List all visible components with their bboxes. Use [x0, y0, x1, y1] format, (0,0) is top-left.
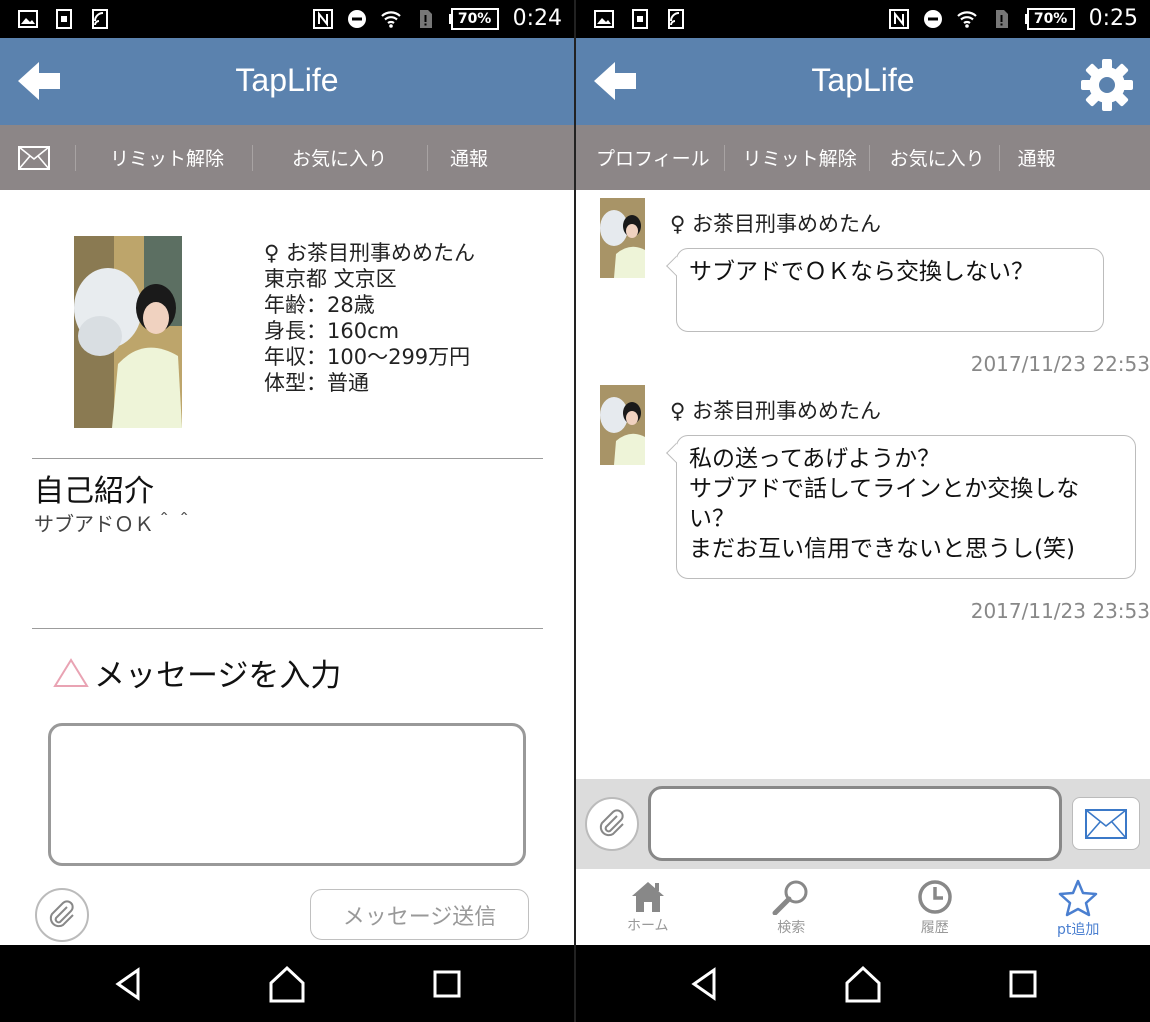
- tab-limit-release[interactable]: リミット解除: [743, 144, 857, 171]
- message-bubble: サブアドでＯＫなら交換しない？: [666, 248, 1104, 332]
- paperclip-icon: [49, 900, 74, 928]
- gallery-icon: [18, 10, 38, 28]
- battery-indicator: 70%: [1024, 7, 1075, 30]
- profile-photo[interactable]: [74, 236, 182, 428]
- envelope-icon: [1085, 808, 1127, 839]
- intro-text: サブアドＯＫ＾＾: [34, 512, 194, 536]
- profile-screen: 70% 0:24 TapLife リミット解除 お気に入り 通報 ♀ お茶目刑事…: [0, 0, 574, 1022]
- app-title: TapLife: [235, 62, 339, 98]
- triangle-icon: [53, 657, 89, 687]
- profile-info: ♀ お茶目刑事めめたん 東京都 文京区 年齢：28歳 身長：160cm 年収：1…: [264, 240, 475, 396]
- battery-indicator: 70%: [448, 7, 499, 30]
- dnd-icon: [923, 9, 942, 28]
- avatar[interactable]: [600, 198, 645, 278]
- profile-income: 年収：100〜299万円: [264, 345, 471, 369]
- back-triangle-icon[interactable]: [682, 963, 726, 1005]
- profile-tab-bar: リミット解除 お気に入り 通報: [0, 125, 574, 190]
- send-mail-button[interactable]: [1072, 797, 1140, 850]
- attach-button[interactable]: [585, 797, 639, 851]
- status-bar: 70% 0:25: [576, 0, 1150, 38]
- message-timestamp: 2017/11/23 23:53: [970, 599, 1150, 623]
- paperclip-icon: [599, 809, 624, 837]
- clock-icon: [918, 880, 952, 914]
- nfc-icon: [312, 8, 333, 29]
- gear-icon[interactable]: [1080, 58, 1134, 112]
- home-icon: [631, 882, 664, 912]
- cast-icon: [668, 9, 684, 29]
- attach-button[interactable]: [35, 888, 89, 942]
- message-sender: ♀ お茶目刑事めめたん: [670, 212, 882, 236]
- dnd-icon: [347, 9, 366, 28]
- nav-home[interactable]: ホーム: [576, 869, 720, 945]
- nav-search[interactable]: 検索: [720, 869, 864, 945]
- mail-icon[interactable]: [18, 145, 50, 170]
- wifi-icon: [956, 10, 977, 28]
- wifi-icon: [380, 10, 401, 28]
- intro-title: 自己紹介: [34, 474, 154, 509]
- status-bar: 70% 0:24: [0, 0, 574, 38]
- recents-icon[interactable]: [1001, 963, 1045, 1005]
- profile-body: 体型：普通: [264, 371, 369, 395]
- app-bar: TapLife: [0, 38, 574, 125]
- nav-add-points[interactable]: pt追加: [1007, 869, 1150, 945]
- recents-icon[interactable]: [425, 963, 469, 1005]
- divider: [32, 458, 543, 459]
- profile-name: ♀ お茶目刑事めめたん: [264, 241, 476, 265]
- app-bar: TapLife: [576, 38, 1150, 125]
- no-sim-icon: [995, 9, 1008, 28]
- message-heading-label: メッセージを入力: [94, 658, 342, 694]
- nav-history[interactable]: 履歴: [863, 869, 1007, 945]
- sim-icon: [632, 9, 648, 29]
- message-sender: ♀ お茶目刑事めめたん: [670, 399, 882, 423]
- profile-location: 東京都 文京区: [264, 267, 397, 291]
- message-textarea[interactable]: [48, 723, 526, 866]
- system-nav-bar: [576, 945, 1150, 1022]
- chat-screen: 70% 0:25 TapLife プロフィール リミット解除 お気に入り 通報 …: [576, 0, 1150, 1022]
- tab-profile[interactable]: プロフィール: [596, 144, 710, 171]
- tab-limit-release[interactable]: リミット解除: [110, 144, 224, 171]
- home-nav-icon[interactable]: [841, 963, 885, 1005]
- app-title: TapLife: [811, 62, 915, 98]
- home-nav-icon[interactable]: [265, 963, 309, 1005]
- chat-input[interactable]: [648, 786, 1062, 861]
- search-icon: [772, 880, 808, 915]
- profile-age: 年齢：28歳: [264, 293, 375, 317]
- message-timestamp: 2017/11/23 22:53: [970, 352, 1150, 376]
- chat-composer: [576, 779, 1150, 869]
- back-triangle-icon[interactable]: [106, 963, 150, 1005]
- send-message-button[interactable]: メッセージ送信: [310, 889, 529, 940]
- tab-favorite[interactable]: お気に入り: [292, 144, 387, 171]
- message-heading: メッセージを入力: [52, 650, 341, 695]
- star-icon: [1059, 879, 1098, 917]
- tab-report[interactable]: 通報: [450, 144, 488, 171]
- system-nav-bar: [0, 945, 574, 1022]
- chat-tab-bar: プロフィール リミット解除 お気に入り 通報: [576, 125, 1150, 190]
- profile-height: 身長：160cm: [264, 319, 400, 343]
- avatar[interactable]: [600, 385, 645, 465]
- bottom-nav: ホーム 検索 履歴 pt追加: [576, 869, 1150, 945]
- cast-icon: [92, 9, 108, 29]
- sim-icon: [56, 9, 72, 29]
- clock: 0:24: [512, 6, 562, 31]
- clock: 0:25: [1088, 6, 1138, 31]
- no-sim-icon: [419, 9, 432, 28]
- tab-favorite[interactable]: お気に入り: [890, 144, 985, 171]
- gallery-icon: [594, 10, 614, 28]
- tab-report[interactable]: 通報: [1018, 144, 1056, 171]
- divider: [32, 628, 543, 629]
- message-bubble: 私の送ってあげようか？ サブアドで話してラインとか交換しな い？ まだお互い信用…: [666, 435, 1136, 579]
- nfc-icon: [888, 8, 909, 29]
